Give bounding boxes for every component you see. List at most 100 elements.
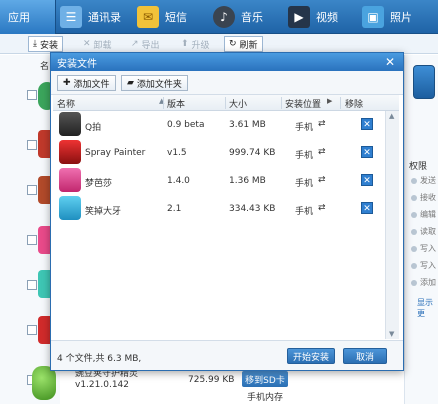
permission-item: 接收 xyxy=(411,192,436,203)
qpai-app-icon xyxy=(59,112,81,136)
remove-icon[interactable]: ✕ xyxy=(361,146,373,158)
column-header-name: 名 xyxy=(40,62,50,72)
add-folder-label: 添加文件夹 xyxy=(136,79,182,90)
location-menu-icon[interactable]: ▶ xyxy=(327,97,332,105)
apps-icon-label: 应用 xyxy=(8,11,30,24)
photos-icon: ▣ xyxy=(362,6,384,28)
remove-icon[interactable]: ✕ xyxy=(361,174,373,186)
show-more-link[interactable]: 显示更 xyxy=(417,297,438,319)
remove-icon[interactable]: ✕ xyxy=(361,118,373,130)
uninstall-button[interactable]: ✕ 卸载 xyxy=(78,36,117,52)
column-header-remove: 移除 xyxy=(345,100,364,110)
tab-contacts[interactable]: ☰ 通讯录 xyxy=(60,0,121,34)
table-row[interactable]: 梦芭莎 1.4.0 1.36 MB 手机 ⇄ ✕ xyxy=(53,167,383,195)
spray-painter-app-icon xyxy=(59,140,81,164)
refresh-icon: ↻ xyxy=(229,39,237,49)
row-checkbox[interactable] xyxy=(27,235,37,245)
row-checkbox[interactable] xyxy=(27,140,37,150)
file-version: v1.5 xyxy=(167,148,187,158)
app-toolbar: ⤓ 安装 ✕ 卸载 ↗ 导出 ⬆ 升级 ↻ 刷新 xyxy=(0,34,438,54)
row-checkbox[interactable] xyxy=(27,185,37,195)
app-size: 725.99 KB xyxy=(188,375,235,385)
contacts-icon: ☰ xyxy=(60,6,82,28)
tab-label: 音乐 xyxy=(241,11,263,24)
column-header-version[interactable]: 版本 xyxy=(167,97,185,110)
dialog-title: 安装文件 xyxy=(57,58,97,70)
upgrade-icon: ⬆ xyxy=(181,39,189,49)
install-location: 手机 xyxy=(295,123,314,133)
install-location: 手机 xyxy=(295,179,314,189)
file-size: 3.61 MB xyxy=(229,120,266,130)
install-location: 手机 xyxy=(295,207,314,217)
file-name: 梦芭莎 xyxy=(85,179,113,189)
permission-item: 写入 xyxy=(411,260,436,271)
add-file-button[interactable]: ✚ 添加文件 xyxy=(57,75,116,91)
swap-location-icon[interactable]: ⇄ xyxy=(318,119,326,129)
install-button[interactable]: ⤓ 安装 xyxy=(28,36,63,52)
upgrade-button[interactable]: ⬆ 升级 xyxy=(176,36,215,52)
install-label: 安装 xyxy=(39,40,58,51)
xiaodiaodaya-app-icon xyxy=(59,196,81,220)
swap-location-icon[interactable]: ⇄ xyxy=(318,203,326,213)
phone-icon xyxy=(413,65,435,99)
table-row[interactable]: Q拍 0.9 beta 3.61 MB 手机 ⇄ ✕ xyxy=(53,111,383,139)
sms-icon: ✉ xyxy=(137,6,159,28)
file-version: 1.4.0 xyxy=(167,176,190,186)
app-location: 手机内存 xyxy=(247,393,284,403)
table-row[interactable]: 笑掉大牙 2.1 334.43 KB 手机 ⇄ ✕ xyxy=(53,195,383,223)
row-checkbox[interactable] xyxy=(27,90,37,100)
tab-apps[interactable]: 应用 xyxy=(0,0,56,34)
scroll-down-icon[interactable]: ▼ xyxy=(389,330,394,338)
plus-icon: ✚ xyxy=(63,78,71,88)
column-header-location[interactable]: 安装位置 xyxy=(285,97,321,110)
tab-photos[interactable]: ▣ 照片 xyxy=(362,0,412,34)
uninstall-icon: ✕ xyxy=(83,39,91,49)
permissions-heading: 权限 xyxy=(409,162,428,172)
uninstall-label: 卸载 xyxy=(93,40,112,51)
column-header-size[interactable]: 大小 xyxy=(229,97,247,110)
tab-music[interactable]: ♪ 音乐 xyxy=(213,0,263,34)
refresh-button[interactable]: ↻ 刷新 xyxy=(224,36,263,52)
add-file-label: 添加文件 xyxy=(73,79,110,90)
table-row[interactable]: Spray Painter v1.5 999.74 KB 手机 ⇄ ✕ xyxy=(53,139,383,167)
swap-location-icon[interactable]: ⇄ xyxy=(318,147,326,157)
permission-item: 读取 xyxy=(411,226,436,237)
wandoujia-icon xyxy=(32,366,56,400)
row-checkbox[interactable] xyxy=(27,325,37,335)
move-to-sd-button[interactable]: 移到SD卡 xyxy=(242,371,288,387)
export-icon: ↗ xyxy=(131,39,139,49)
remove-icon[interactable]: ✕ xyxy=(361,202,373,214)
file-size: 999.74 KB xyxy=(229,148,276,158)
dialog-footer: 4 个文件,共 6.3 MB, 开始安装 取消 xyxy=(51,340,403,370)
export-button[interactable]: ↗ 导出 xyxy=(126,36,165,52)
tab-sms[interactable]: ✉ 短信 xyxy=(137,0,187,34)
file-version: 2.1 xyxy=(167,204,182,214)
file-name: Q拍 xyxy=(85,123,102,133)
file-name: Spray Painter xyxy=(85,148,146,158)
video-icon: ▶ xyxy=(288,6,310,28)
add-folder-button[interactable]: ▰ 添加文件夹 xyxy=(121,75,188,91)
tab-label: 照片 xyxy=(390,11,412,24)
tab-video[interactable]: ▶ 视频 xyxy=(288,0,338,34)
upgrade-label: 升级 xyxy=(191,40,210,51)
dialog-scrollbar[interactable]: ▲ ▼ xyxy=(385,111,399,339)
cancel-button[interactable]: 取消 xyxy=(343,348,387,364)
install-location: 手机 xyxy=(295,151,314,161)
column-header-name[interactable]: 名称 xyxy=(57,97,75,110)
file-version: 0.9 beta xyxy=(167,120,205,130)
scroll-up-icon[interactable]: ▲ xyxy=(389,112,394,120)
file-size: 1.36 MB xyxy=(229,176,266,186)
permission-item: 添加 xyxy=(411,277,436,288)
permission-item: 编辑 xyxy=(411,209,436,220)
start-install-button[interactable]: 开始安装 xyxy=(287,348,335,364)
close-icon[interactable]: ✕ xyxy=(383,55,397,69)
dialog-title-bar: 安装文件 ✕ xyxy=(51,53,403,71)
permission-item: 写入 xyxy=(411,243,436,254)
swap-location-icon[interactable]: ⇄ xyxy=(318,175,326,185)
tab-label: 视频 xyxy=(316,11,338,24)
row-checkbox[interactable] xyxy=(27,280,37,290)
top-nav: 应用 ☰ 通讯录 ✉ 短信 ♪ 音乐 ▶ 视频 ▣ 照片 xyxy=(0,0,438,34)
tab-label: 通讯录 xyxy=(88,11,121,24)
folder-icon: ▰ xyxy=(127,78,134,88)
device-permission-panel: 权限 发送 接收 编辑 读取 写入 写入 添加 显示更 xyxy=(404,55,438,404)
